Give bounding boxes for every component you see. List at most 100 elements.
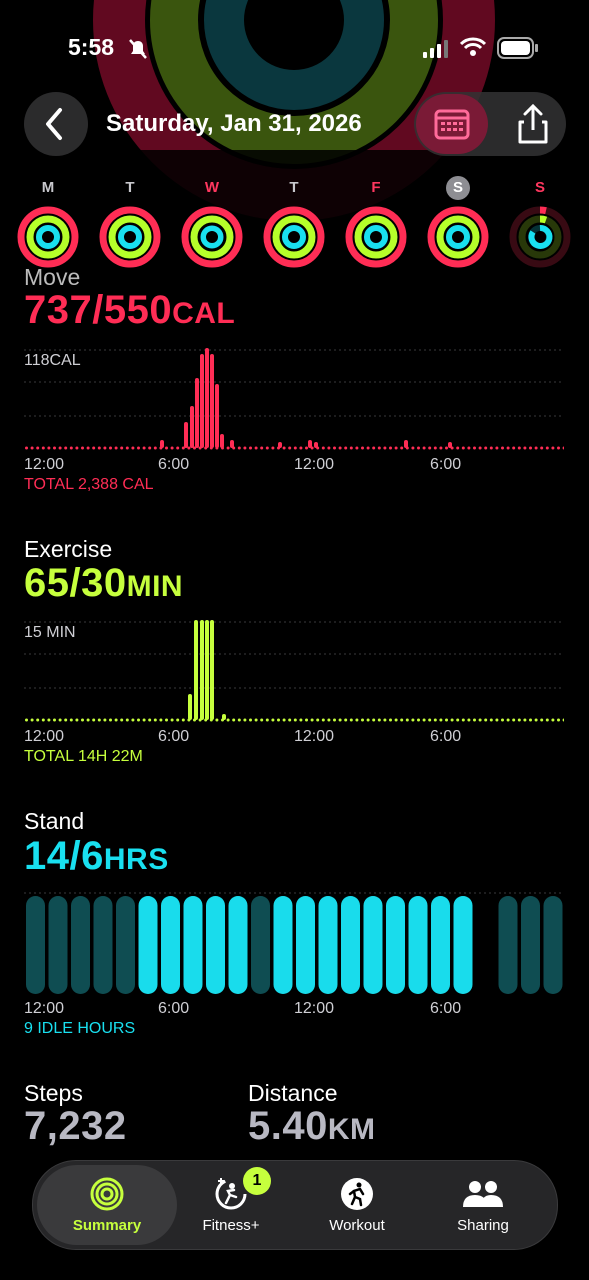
baseline-dot [327,446,331,450]
baseline-dot [243,446,247,450]
activity-bar [210,620,214,720]
baseline-dot [109,446,112,450]
week-day-label: T [289,179,299,196]
baseline-dot [489,718,493,722]
baseline-dot [75,446,79,450]
activity-bar [215,384,219,448]
baseline-dot [478,718,482,722]
tab-workout[interactable]: Workout [295,1161,419,1249]
baseline-dot [523,718,527,722]
baseline-dot [64,446,68,450]
baseline-dot [417,446,420,450]
baseline-dot [86,446,90,450]
baseline-dot [30,718,34,722]
baseline-dot [394,446,398,450]
baseline-dot [187,446,191,450]
baseline-dot [473,446,476,450]
axis-tick-label: 6:00 [430,456,462,473]
week-day-label: M [41,179,55,196]
baseline-dot [114,718,118,722]
tab-summary[interactable]: Summary [37,1165,177,1245]
day-activity-rings[interactable] [263,206,325,268]
baseline-dot [417,718,420,722]
day-activity-rings[interactable] [99,206,161,268]
day-activity-rings[interactable] [509,206,571,268]
stand-idle-hours: 9 IDLE HOURS [24,1020,136,1037]
calendar-icon [434,109,470,140]
baseline-dot [562,718,564,722]
baseline-dot [450,718,454,722]
axis-tick-label: 6:00 [158,456,190,473]
baseline-dot [489,446,493,450]
baseline-dot [81,446,84,450]
stand-hour-bar-stood [183,896,203,994]
baseline-dot [484,446,488,450]
distance-value: 5.40KM [248,1104,376,1149]
baseline-dot [523,446,527,450]
steps-value: 7,232 [24,1104,127,1148]
baseline-dot [153,718,157,722]
day-activity-rings[interactable] [427,206,489,268]
baseline-dot [153,446,157,450]
tab-fitness-plus[interactable]: Fitness+ 1 [171,1161,291,1249]
baseline-dot [383,446,387,450]
back-button[interactable] [24,92,88,156]
baseline-dot [142,446,146,450]
week-day-label: W [204,179,220,196]
baseline-dot [137,446,140,450]
baseline-dot [361,718,364,722]
week-day-label: F [371,179,381,196]
axis-tick-label: 12:00 [294,1000,335,1017]
baseline-dot [170,446,174,450]
week-day-label: S [534,179,545,196]
baseline-dot [501,446,504,450]
exercise-value: 65/30MIN [24,561,183,606]
baseline-dot [120,718,124,722]
baseline-dot [551,446,555,450]
baseline-dot [81,718,84,722]
baseline-dot [249,718,252,722]
baseline-dot [53,718,56,722]
baseline-dot [125,446,129,450]
baseline-dot [69,718,73,722]
baseline-dot [288,718,292,722]
stand-chart [24,892,564,994]
baseline-dot [305,718,308,722]
stand-hour-bar-idle [543,896,563,994]
baseline-dot [411,446,415,450]
baseline-dot [557,718,560,722]
activity-bar [404,440,408,448]
tab-bar: Summary Fitness+ 1 Workout Sharing [32,1160,558,1250]
workout-runner-icon [341,1177,373,1210]
exercise-value-number: 65/30 [24,561,127,605]
move-unit: CAL [172,297,236,330]
baseline-dot [114,446,118,450]
baseline-dot [473,718,476,722]
stand-value-number: 14/6 [24,834,104,878]
baseline-dot [372,446,376,450]
baseline-dot [495,446,499,450]
exercise-title: Exercise [24,536,113,562]
day-activity-rings[interactable] [17,206,79,268]
baseline-dot [517,718,521,722]
exercise-unit: MIN [126,570,184,603]
baseline-dot [333,718,336,722]
share-button[interactable] [504,94,560,154]
baseline-dot [249,446,252,450]
stand-hour-bar-stood [161,896,180,994]
week-day-label: T [125,179,135,196]
day-activity-rings[interactable] [181,206,243,268]
baseline-dot [165,446,168,450]
baseline-dot [41,718,45,722]
calendar-button[interactable] [416,94,488,154]
tab-sharing[interactable]: Sharing [421,1161,545,1249]
activity-rings-icon [90,1177,124,1210]
stand-hour-bar-stood [206,896,225,994]
week-selector: MTWTFSS [0,172,589,272]
activity-bar [200,354,204,448]
baseline-dot [170,718,174,722]
baseline-dot [299,446,303,450]
baseline-dot [394,718,398,722]
day-activity-rings[interactable] [345,206,407,268]
axis-tick-label: 6:00 [158,728,190,745]
